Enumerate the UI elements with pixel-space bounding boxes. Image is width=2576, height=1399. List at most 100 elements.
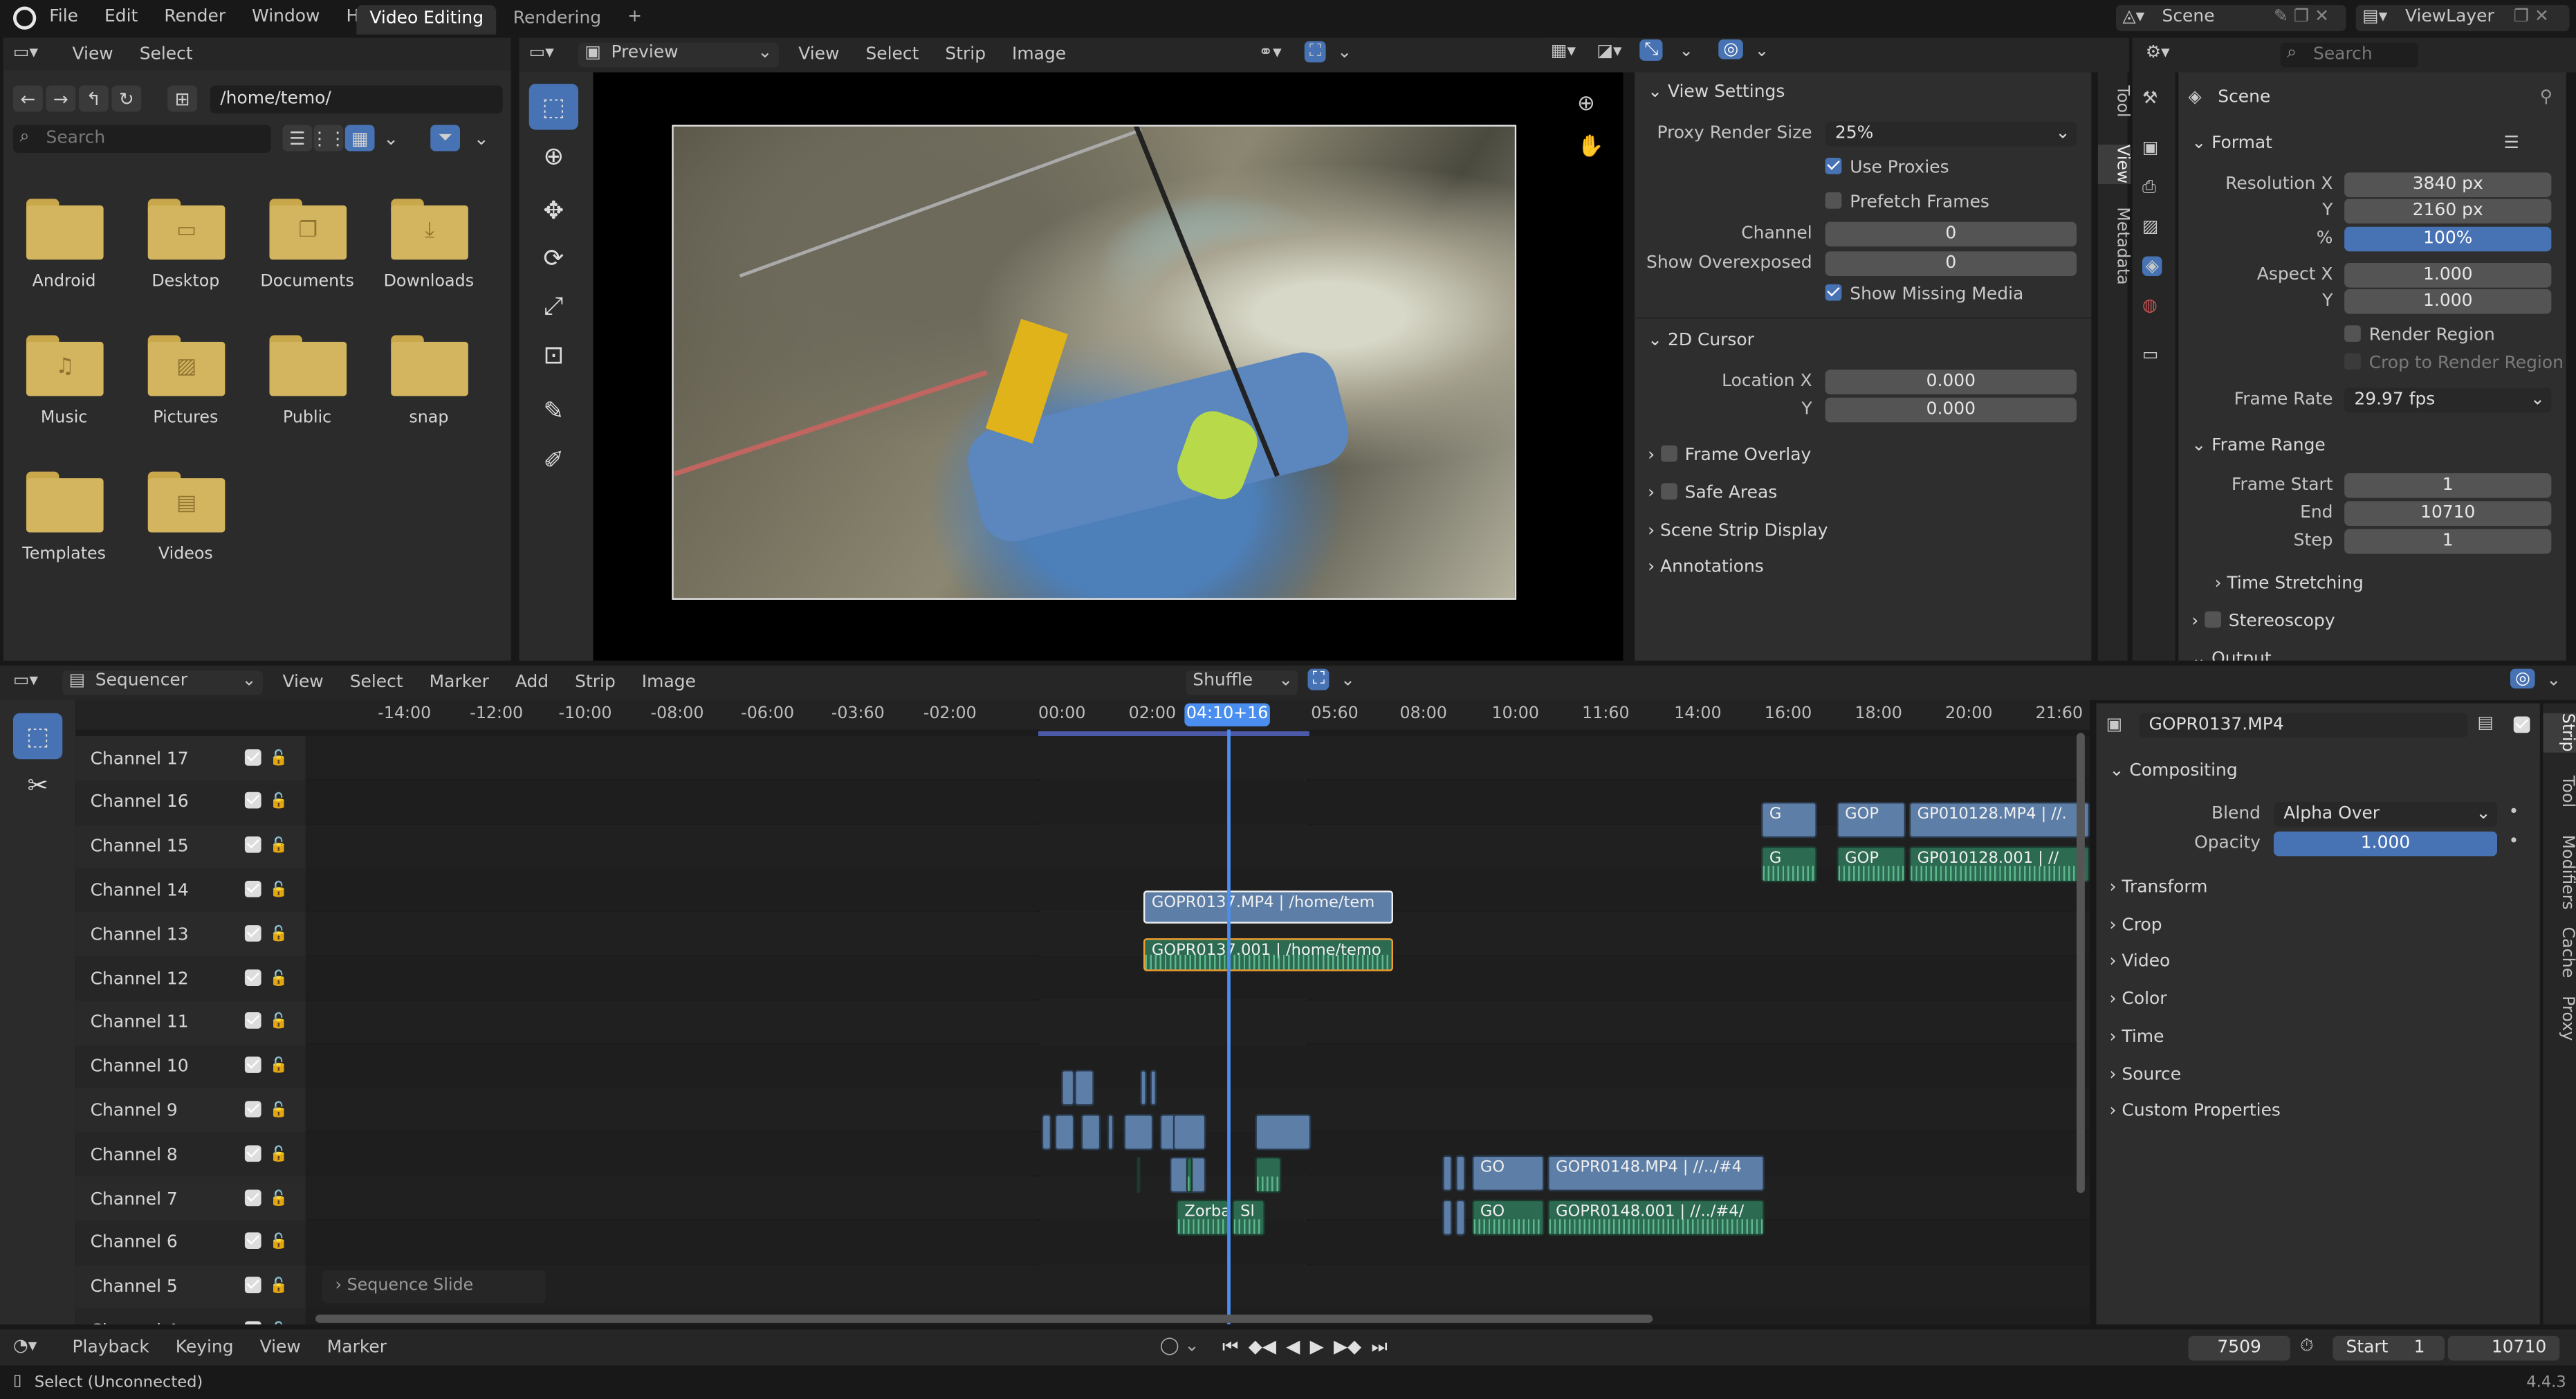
menu-edit[interactable]: Edit bbox=[104, 7, 138, 27]
editor-type-icon[interactable]: ⚙▾ bbox=[2146, 43, 2170, 63]
back-icon[interactable]: ← bbox=[13, 85, 43, 112]
frame-rate-dropdown[interactable]: 29.97 fps ⌄ bbox=[2344, 387, 2552, 413]
video-strip[interactable] bbox=[1080, 1114, 1101, 1151]
opacity-slider[interactable]: 1.000 bbox=[2274, 831, 2497, 857]
lock-icon[interactable]: 🔓 bbox=[270, 794, 288, 811]
menu-view[interactable]: View bbox=[798, 44, 839, 64]
snap-icon[interactable]: ⛶ bbox=[1304, 41, 1327, 63]
annotations-header[interactable]: › Annotations bbox=[1648, 557, 1764, 577]
transform-tool-icon[interactable]: ⊡ bbox=[529, 332, 578, 378]
menu-select[interactable]: Select bbox=[140, 44, 193, 64]
lock-icon[interactable]: 🔓 bbox=[270, 882, 288, 899]
tab-tool[interactable]: Tool bbox=[2543, 776, 2576, 807]
tool-props-icon[interactable]: ⚒ bbox=[2142, 89, 2158, 109]
use-proxies-checkbox[interactable]: Use Proxies bbox=[1825, 158, 1949, 178]
menu-keying[interactable]: Keying bbox=[176, 1337, 234, 1357]
audio-strip[interactable] bbox=[1137, 1157, 1141, 1194]
channel-mute-checkbox[interactable] bbox=[244, 836, 270, 857]
channel-row[interactable]: Channel 5 🔓 bbox=[75, 1264, 306, 1309]
lock-icon[interactable]: 🔓 bbox=[270, 970, 288, 987]
lock-icon[interactable]: 🔓 bbox=[270, 1014, 288, 1031]
menu-image[interactable]: Image bbox=[642, 672, 696, 692]
compositing-header[interactable]: ⌄ Compositing bbox=[2110, 761, 2238, 781]
output-header[interactable]: ⌄ Output bbox=[2191, 649, 2271, 661]
thumbnails-icon[interactable]: ▦ bbox=[344, 125, 375, 152]
presets-icon[interactable]: ☰ bbox=[2504, 133, 2519, 153]
video-strip[interactable]: GOPR0148.MP4 | //../#4 bbox=[1547, 1155, 1765, 1191]
lock-icon[interactable]: 🔓 bbox=[270, 1059, 288, 1075]
folder-item[interactable]: ▤ Videos bbox=[136, 471, 235, 564]
audio-strip[interactable] bbox=[1186, 1157, 1193, 1194]
path-field[interactable]: /home/temo/ bbox=[210, 85, 503, 113]
horizontal-scrollbar[interactable] bbox=[315, 1315, 1653, 1323]
section-transform[interactable]: › Transform bbox=[2110, 877, 2521, 897]
channel-mute-checkbox[interactable] bbox=[244, 1232, 270, 1253]
view-layer-buttons[interactable]: ❐ ✕ bbox=[2514, 7, 2549, 27]
video-strip[interactable]: G bbox=[1761, 802, 1817, 839]
section-time[interactable]: › Time bbox=[2110, 1027, 2521, 1047]
lock-icon[interactable]: 🔓 bbox=[270, 1234, 288, 1251]
video-strip[interactable] bbox=[1442, 1199, 1453, 1236]
location-x-field[interactable]: 0.000 bbox=[1825, 369, 2077, 394]
blender-logo-icon[interactable] bbox=[13, 6, 37, 30]
playhead-line[interactable] bbox=[1227, 729, 1231, 1325]
menu-file[interactable]: File bbox=[49, 7, 78, 27]
select-tool-icon[interactable]: ⬚ bbox=[13, 713, 63, 760]
view-settings-header[interactable]: ⌄ View Settings bbox=[1648, 82, 1785, 102]
output-props-icon[interactable]: ⎙ bbox=[2142, 178, 2156, 199]
sample-tool-icon[interactable]: ✎ bbox=[529, 388, 578, 435]
strip-enable-checkbox[interactable] bbox=[2513, 716, 2539, 737]
audio-strip[interactable]: G bbox=[1761, 846, 1817, 883]
channels-icon[interactable]: ◪▾ bbox=[1597, 41, 1622, 61]
channel-row[interactable]: Channel 4 🔓 bbox=[75, 1308, 306, 1325]
resolution-y-field[interactable]: 2160 px bbox=[2344, 199, 2552, 223]
list-horizontal-icon[interactable]: ⋮⋮ bbox=[311, 125, 347, 152]
section-video[interactable]: › Video bbox=[2110, 952, 2521, 972]
jump-end-icon[interactable]: ⏭ bbox=[1371, 1336, 1388, 1359]
lock-icon[interactable]: 🔓 bbox=[270, 1191, 288, 1207]
play-icon[interactable]: ▶ bbox=[1310, 1336, 1324, 1359]
video-strip[interactable]: GO bbox=[1472, 1155, 1545, 1191]
video-strip[interactable] bbox=[1455, 1199, 1466, 1236]
overlays-toggle-icon[interactable]: ◎ bbox=[1718, 39, 1744, 60]
location-y-field[interactable]: 0.000 bbox=[1825, 397, 2077, 423]
strip-name-field[interactable]: GOPR0137.MP4 bbox=[2139, 713, 2468, 738]
snap-icon[interactable]: ⛶ bbox=[1307, 668, 1330, 691]
lock-icon[interactable]: 🔓 bbox=[270, 1323, 288, 1325]
end-frame-field[interactable]: 10710 bbox=[2447, 1335, 2560, 1361]
add-workspace-button[interactable]: + bbox=[618, 5, 652, 35]
rotate-tool-icon[interactable]: ⟳ bbox=[529, 235, 578, 282]
cursor-tool-icon[interactable]: ⊕ bbox=[529, 133, 578, 179]
overlay-icon[interactable]: ▦▾ bbox=[1551, 41, 1576, 61]
view-layer-props-icon[interactable]: ▨ bbox=[2142, 217, 2159, 237]
vertical-scrollbar[interactable] bbox=[2077, 733, 2085, 1194]
channel-mute-checkbox[interactable] bbox=[244, 1057, 270, 1077]
next-keyframe-icon[interactable]: ▶◆ bbox=[1334, 1336, 1361, 1359]
section-source[interactable]: › Source bbox=[2110, 1064, 2521, 1084]
tab-view[interactable]: View bbox=[2097, 145, 2131, 184]
video-strip[interactable]: GOPR0137.MP4 | /home/tem bbox=[1143, 890, 1393, 924]
channel-mute-checkbox[interactable] bbox=[244, 748, 270, 769]
audio-strip[interactable]: Sl bbox=[1232, 1199, 1265, 1236]
record-icon[interactable]: ◯ ⌄ bbox=[1160, 1336, 1199, 1356]
checkbox-icon[interactable] bbox=[2204, 611, 2220, 628]
folder-item[interactable]: Public bbox=[258, 335, 357, 428]
menu-window[interactable]: Window bbox=[252, 7, 320, 27]
menu-render[interactable]: Render bbox=[164, 7, 226, 27]
menu-view[interactable]: View bbox=[260, 1337, 301, 1357]
time-stretching-header[interactable]: › Time Stretching bbox=[2215, 574, 2364, 594]
file-search-input[interactable]: Search bbox=[13, 125, 271, 153]
show-overexposed-field[interactable]: 0 bbox=[1825, 251, 2077, 276]
scale-tool-icon[interactable]: ⤢ bbox=[529, 283, 578, 329]
audio-strip[interactable]: GOPR0148.001 | //../#4/ bbox=[1547, 1199, 1765, 1236]
lock-icon[interactable]: 🔓 bbox=[270, 1279, 288, 1295]
editor-type-icon[interactable]: ▭▾ bbox=[13, 670, 38, 691]
overlays-dropdown-icon[interactable]: ⌄ bbox=[2546, 670, 2561, 691]
preview-range-icon[interactable]: ⏱ bbox=[2300, 1336, 2313, 1357]
video-strip[interactable] bbox=[1442, 1155, 1453, 1191]
playhead-indicator[interactable]: 04:10+16 bbox=[1184, 703, 1270, 726]
tab-cache[interactable]: Cache bbox=[2543, 927, 2576, 978]
channel-mute-checkbox[interactable] bbox=[244, 1100, 270, 1121]
audio-strip[interactable]: GOPR0137.001 | /home/temo bbox=[1143, 938, 1393, 971]
channel-mute-checkbox[interactable] bbox=[244, 1189, 270, 1209]
